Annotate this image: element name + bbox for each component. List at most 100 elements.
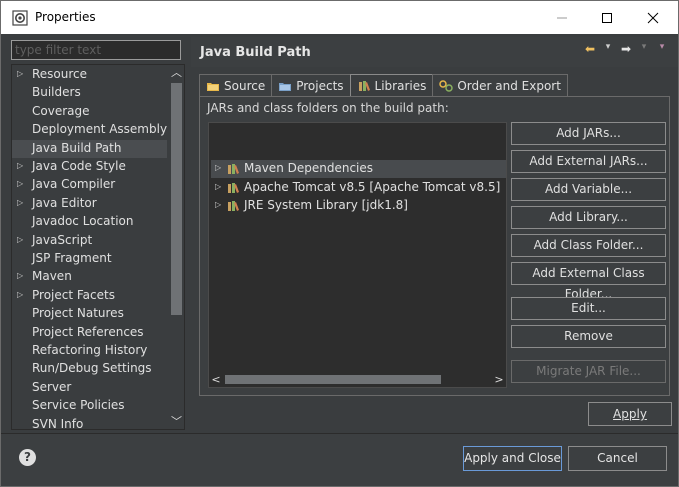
forward-arrow-icon[interactable]: ➡: [620, 42, 632, 56]
add-library-button[interactable]: Add Library...: [511, 206, 666, 229]
tab-projects-label: Projects: [296, 78, 344, 93]
nav-item[interactable]: ▷ JavaScript: [12, 232, 167, 250]
nav-item[interactable]: SVN Info: [12, 416, 167, 430]
view-menu-icon[interactable]: ▾: [656, 42, 668, 56]
tab-order-and-export[interactable]: Order and Export: [432, 74, 568, 96]
add-external-class-folder-button[interactable]: Add External Class Folder...: [511, 262, 666, 301]
nav-item[interactable]: Project References: [12, 324, 167, 342]
library-entry[interactable]: ▷ Apache Tomcat v8.5 [Apache Tomcat v8.5]: [211, 179, 506, 197]
property-pages-tree: SVN Info Service Policies Server Run/Debug …: [11, 64, 185, 430]
expand-arrow-icon[interactable]: ▷: [17, 271, 23, 280]
nav-item[interactable]: ▷ Java Editor: [12, 195, 167, 213]
close-icon: [647, 12, 659, 23]
nav-item[interactable]: Javadoc Location: [12, 213, 167, 231]
nav-vertical-scrollbar[interactable]: ︿ ﹀: [169, 65, 184, 429]
expand-arrow-icon[interactable]: ▷: [215, 182, 221, 191]
history-navigation: ⬅ ▾ ➡ ▾ ▾: [584, 42, 668, 56]
tab-source-label: Source: [224, 78, 266, 93]
tab-libraries[interactable]: Libraries: [349, 74, 434, 96]
nav-item[interactable]: ▷ Java Code Style: [12, 158, 167, 176]
dialog-footer: ? Apply and Close Cancel: [1, 433, 678, 486]
nav-item[interactable]: ▷ Resource: [12, 66, 167, 84]
property-pages-nav: SVN Info Service Policies Server Run/Debug …: [7, 37, 190, 433]
add-jars-button[interactable]: Add JARs...: [511, 122, 666, 145]
nav-item[interactable]: Server: [12, 379, 167, 397]
build-path-tabs: Source Projects Libraries Order and Expo…: [199, 74, 568, 96]
nav-item-label: Java Code Style: [32, 159, 126, 173]
nav-item-label: Refactoring History: [32, 343, 148, 357]
filter-input[interactable]: [11, 40, 181, 60]
page-title: Java Build Path: [200, 45, 311, 60]
scrollbar-thumb[interactable]: [171, 83, 182, 315]
close-button[interactable]: [630, 1, 676, 34]
library-entry[interactable]: ▷ JRE System Library [jdk1.8]: [211, 197, 506, 215]
expand-arrow-icon[interactable]: ▷: [17, 161, 23, 170]
nav-item[interactable]: ▷ Project Facets: [12, 287, 167, 305]
nav-item-label: Builders: [32, 85, 81, 100]
library-horizontal-scrollbar[interactable]: < >: [209, 372, 506, 387]
nav-item[interactable]: Deployment Assembly: [12, 121, 167, 139]
tab-source[interactable]: Source: [199, 74, 273, 96]
scroll-up-icon[interactable]: ︿: [169, 65, 184, 80]
tab-order-and-export-label: Order and Export: [457, 78, 561, 93]
help-icon[interactable]: ?: [19, 449, 36, 466]
scroll-right-icon[interactable]: >: [492, 372, 506, 387]
nav-item[interactable]: Java Build Path: [12, 139, 167, 158]
nav-item-label: Deployment Assembly: [32, 122, 168, 137]
nav-item-label: Java Compiler: [32, 177, 116, 192]
nav-item[interactable]: Coverage: [12, 103, 167, 121]
nav-item[interactable]: Project Natures: [12, 305, 167, 323]
back-menu-chevron-icon[interactable]: ▾: [602, 42, 614, 56]
scrollbar-thumb[interactable]: [225, 375, 441, 384]
add-variable-button[interactable]: Add Variable...: [511, 178, 666, 201]
expand-arrow-icon[interactable]: ▷: [215, 200, 221, 209]
tab-projects[interactable]: Projects: [271, 74, 351, 96]
title-bar: Properties: [1, 1, 678, 34]
nav-item-label: Java Build Path: [32, 140, 122, 155]
maximize-button[interactable]: [584, 1, 630, 34]
nav-item[interactable]: Run/Debug Settings: [12, 360, 167, 378]
cancel-button[interactable]: Cancel: [568, 446, 667, 471]
nav-item[interactable]: Refactoring History: [12, 342, 167, 360]
nav-item[interactable]: JSP Fragment: [12, 250, 167, 268]
nav-item[interactable]: ▷ Maven: [12, 268, 167, 286]
scroll-down-icon[interactable]: ﹀: [169, 414, 184, 429]
expand-arrow-icon[interactable]: ▷: [17, 198, 23, 207]
nav-item-label: Project Facets: [32, 287, 115, 302]
minimize-icon: [557, 17, 567, 18]
window-title: Properties: [35, 10, 96, 24]
library-label: JRE System Library [jdk1.8]: [244, 198, 408, 212]
library-entry[interactable]: ▷ Maven Dependencies: [211, 160, 506, 178]
expand-arrow-icon[interactable]: ▷: [17, 290, 23, 299]
nav-item-label: Java Editor: [32, 195, 97, 210]
back-arrow-icon[interactable]: ⬅: [584, 42, 596, 56]
expand-arrow-icon[interactable]: ▷: [17, 179, 23, 188]
minimize-button[interactable]: [539, 1, 585, 34]
library-icon: [228, 164, 239, 174]
scroll-left-icon[interactable]: <: [209, 372, 223, 387]
expand-arrow-icon[interactable]: ▷: [17, 69, 23, 78]
nav-item-label: Service Policies: [32, 398, 125, 413]
expand-arrow-icon[interactable]: ▷: [215, 163, 221, 172]
remove-button[interactable]: Remove: [511, 325, 666, 348]
edit-button[interactable]: Edit...: [511, 297, 666, 320]
add-class-folder-button[interactable]: Add Class Folder...: [511, 234, 666, 257]
forward-menu-chevron-icon[interactable]: ▾: [638, 42, 650, 56]
apply-button[interactable]: Apply: [588, 402, 672, 426]
nav-item-label: Javadoc Location: [32, 214, 134, 229]
add-external-jars-button[interactable]: Add External JARs...: [511, 150, 666, 173]
apply-and-close-button[interactable]: Apply and Close: [463, 446, 562, 471]
nav-item-label: SVN Info: [32, 416, 84, 430]
nav-item-label: JSP Fragment: [32, 251, 112, 265]
nav-item-label: Maven: [32, 269, 72, 284]
order-export-icon: [439, 79, 454, 92]
properties-dialog: Properties SVN Info Service Policies Serve…: [0, 0, 679, 487]
expand-arrow-icon[interactable]: ▷: [17, 235, 23, 244]
nav-item[interactable]: Builders: [12, 84, 167, 102]
library-label: Maven Dependencies: [244, 161, 374, 175]
library-label: Apache Tomcat v8.5 [Apache Tomcat v8.5]: [244, 179, 501, 194]
nav-item[interactable]: Service Policies: [12, 397, 167, 415]
nav-item-label: Run/Debug Settings: [32, 361, 152, 376]
nav-item[interactable]: ▷ Java Compiler: [12, 176, 167, 194]
libraries-panel: JARs and class folders on the build path…: [199, 96, 670, 396]
